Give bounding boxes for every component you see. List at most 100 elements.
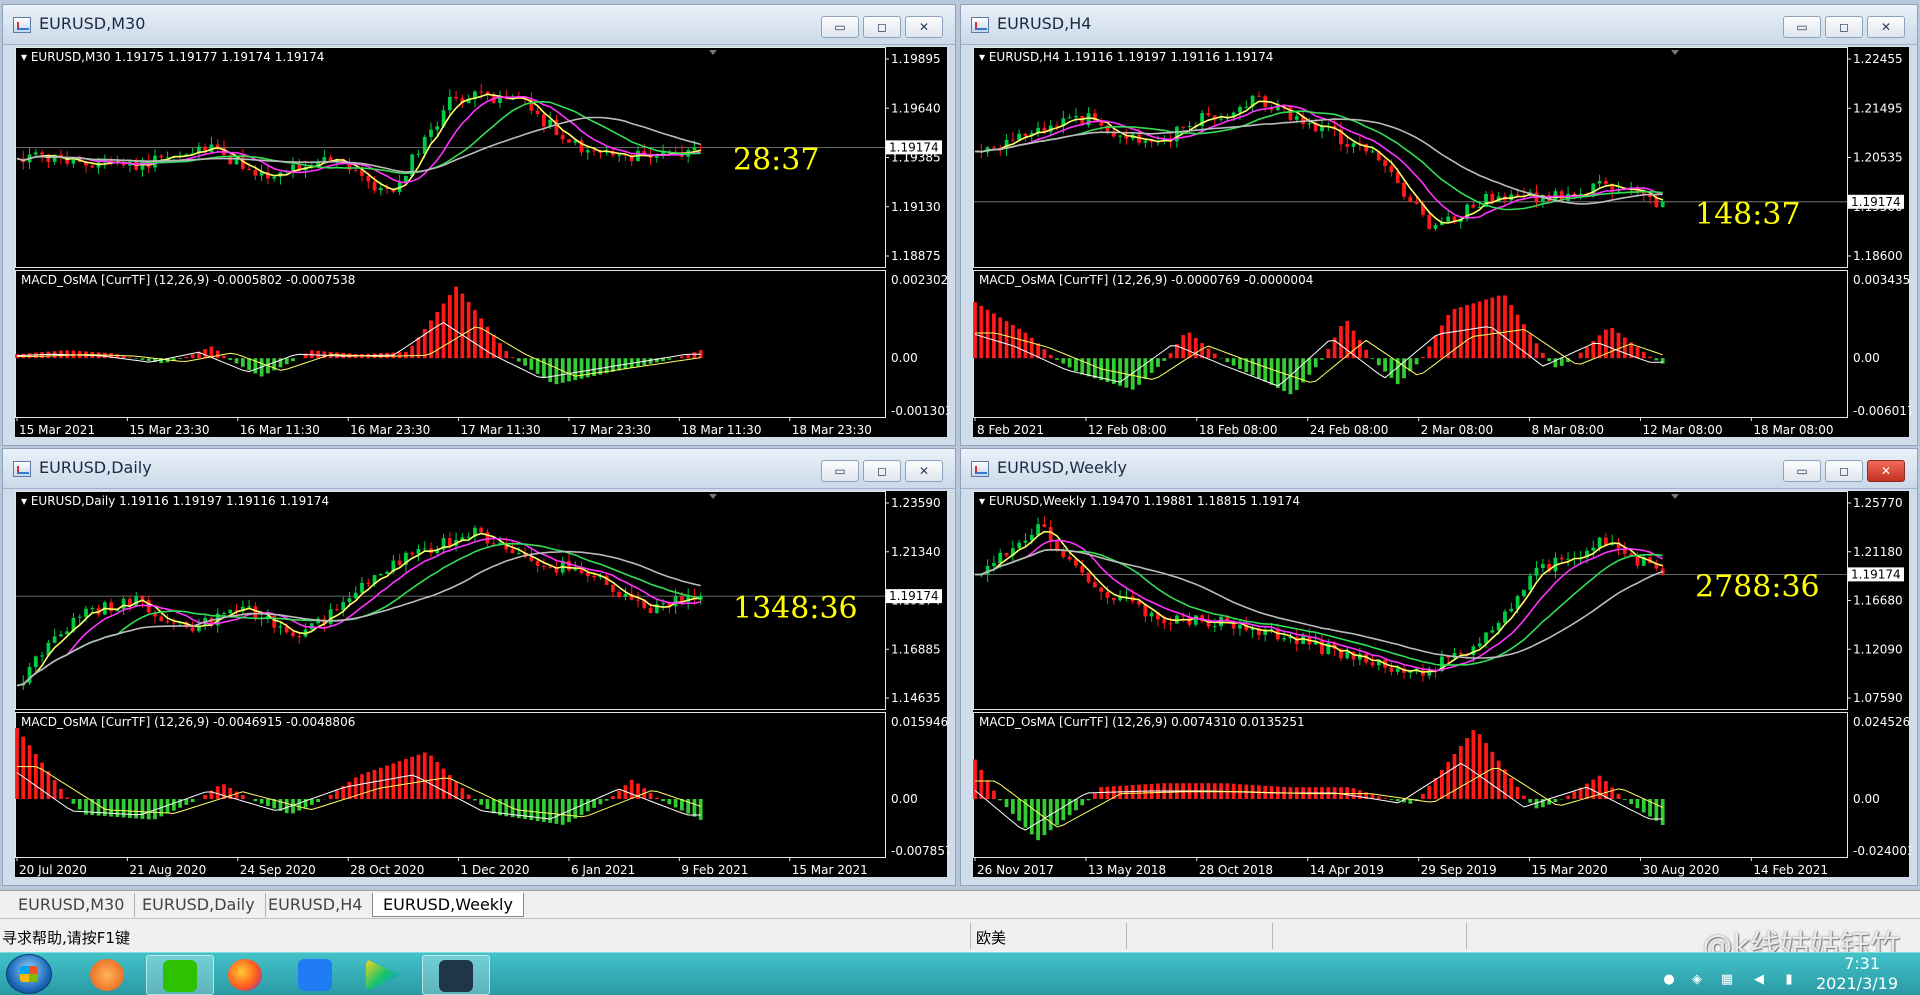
start-button[interactable] — [6, 954, 52, 994]
window-titlebar[interactable]: EURUSD,Daily ▭ ◻ ✕ — [3, 449, 955, 489]
macd-histogram-bar — [1654, 799, 1659, 821]
macd-histogram-bar — [1641, 351, 1646, 359]
chart-svg[interactable]: ▾ EURUSD,H4 1.19116 1.19197 1.19116 1.19… — [973, 47, 1911, 439]
macd-histogram-bar — [567, 358, 571, 382]
macd-histogram-bar — [435, 311, 440, 359]
chart-canvas[interactable]: ▾ EURUSD,Weekly 1.19470 1.19881 1.18815 … — [973, 491, 1911, 879]
clock-date[interactable]: 2021/3/19 — [1816, 974, 1898, 993]
macd-histogram-bar — [617, 790, 622, 799]
chart-tab[interactable]: EURUSD,H4 — [258, 893, 374, 917]
candle-body — [1471, 204, 1476, 208]
window-titlebar[interactable]: EURUSD,M30 ▭ ◻ ✕ — [3, 5, 955, 45]
taskbar-app-sogou[interactable] — [74, 955, 142, 995]
chart-canvas[interactable]: ▾ EURUSD,H4 1.19116 1.19197 1.19116 1.19… — [973, 47, 1911, 439]
candle-body — [1149, 612, 1154, 617]
close-button[interactable]: ✕ — [1867, 16, 1905, 38]
maximize-button[interactable]: ◻ — [1825, 460, 1863, 482]
macd-histogram-bar — [1414, 358, 1419, 365]
candle-body — [1414, 201, 1419, 205]
candle-body — [567, 560, 571, 571]
candle-body — [542, 114, 546, 127]
minimize-button[interactable]: ▭ — [1783, 16, 1821, 38]
candle-body — [385, 571, 389, 574]
taskbar-app-firefox[interactable] — [212, 955, 280, 995]
candle-body — [109, 602, 113, 612]
chart-canvas[interactable]: ▾ EURUSD,M30 1.19175 1.19177 1.19174 1.1… — [15, 47, 949, 439]
minimize-button[interactable]: ▭ — [1783, 460, 1821, 482]
candle-body — [1067, 556, 1072, 560]
candle-body — [1484, 632, 1488, 644]
wechat-tray-icon[interactable]: ● — [1660, 971, 1678, 989]
macd-histogram-bar — [1622, 799, 1627, 800]
signal-tray-icon[interactable]: ▮ — [1780, 971, 1798, 989]
status-bar: 寻求帮助,请按F1键 欧美 @k线姑姑钰竹 — [0, 918, 1920, 964]
shift-marker-icon[interactable] — [709, 50, 717, 55]
chart-window-eurusd-h4[interactable]: EURUSD,H4 ▭ ◻ ✕ ▾ EURUSD,H4 1.19116 1.191… — [960, 4, 1918, 446]
volume-tray-icon[interactable]: ◀ — [1750, 971, 1768, 989]
candle-body — [378, 187, 383, 191]
candle-body — [466, 536, 471, 538]
network-tray-icon[interactable]: ▦ — [1718, 971, 1736, 989]
time-axis-label: 20 Jul 2020 — [19, 863, 87, 877]
taskbar-app-wechat[interactable] — [146, 955, 214, 995]
macd-histogram-bar — [629, 779, 634, 799]
window-title: EURUSD,Weekly — [997, 458, 1127, 477]
maximize-button[interactable]: ◻ — [863, 460, 901, 482]
chart-tab[interactable]: EURUSD,Weekly — [372, 893, 524, 917]
chart-svg[interactable]: ▾ EURUSD,M30 1.19175 1.19177 1.19174 1.1… — [15, 47, 949, 439]
status-separator — [1126, 923, 1127, 949]
candle-body — [90, 608, 95, 610]
candle-body — [397, 560, 402, 565]
chart-canvas[interactable]: ▾ EURUSD,Daily 1.19116 1.19197 1.19116 1… — [15, 491, 949, 879]
candle-body — [516, 553, 521, 555]
macd-histogram-bar — [316, 350, 320, 359]
shift-marker-icon[interactable] — [709, 494, 717, 499]
close-button[interactable]: ✕ — [905, 16, 943, 38]
price-axis-label: 1.18600 — [1853, 249, 1903, 263]
close-button[interactable]: ✕ — [905, 460, 943, 482]
firefox-icon — [228, 959, 262, 991]
candle-body — [592, 150, 596, 152]
taskbar-app-video[interactable] — [350, 955, 418, 995]
chart-window-eurusd-weekly[interactable]: EURUSD,Weekly ▭ ◻ ✕ ▾ EURUSD,Weekly 1.194… — [960, 448, 1918, 886]
clock-time[interactable]: 7:31 — [1844, 954, 1880, 973]
window-titlebar[interactable]: EURUSD,Weekly ▭ ◻ ✕ — [961, 449, 1917, 489]
macd-histogram-bar — [222, 355, 226, 359]
close-button[interactable]: ✕ — [1867, 460, 1905, 482]
candle-body — [535, 110, 540, 115]
shield-tray-icon[interactable]: ◈ — [1688, 971, 1706, 989]
macd-histogram-bar — [190, 354, 195, 359]
maximize-button[interactable]: ◻ — [863, 16, 901, 38]
candle-body — [1042, 524, 1047, 528]
macd-histogram-bar — [1156, 358, 1160, 367]
shift-marker-icon[interactable] — [1671, 50, 1679, 55]
minimize-button[interactable]: ▭ — [821, 16, 859, 38]
candle-body — [253, 169, 258, 176]
chart-tab[interactable]: EURUSD,Daily — [132, 893, 266, 917]
candle-body — [1080, 565, 1085, 573]
chart-window-eurusd-daily[interactable]: EURUSD,Daily ▭ ◻ ✕ ▾ EURUSD,Daily 1.19116… — [2, 448, 956, 886]
taskbar-app-mt4[interactable] — [422, 955, 490, 995]
candle-body — [1294, 116, 1299, 120]
candle-body — [585, 573, 590, 576]
macd-histogram-bar — [1124, 358, 1129, 388]
minimize-button[interactable]: ▭ — [821, 460, 859, 482]
maximize-button[interactable]: ◻ — [1825, 16, 1863, 38]
status-profile[interactable]: 欧美 — [976, 927, 1006, 948]
macd-histogram-bar — [692, 799, 697, 817]
shift-marker-icon[interactable] — [1671, 494, 1679, 499]
chart-tab[interactable]: EURUSD,M30 — [8, 893, 136, 917]
window-titlebar[interactable]: EURUSD,H4 ▭ ◻ ✕ — [961, 5, 1917, 45]
macd-histogram-bar — [1042, 349, 1047, 359]
candle-body — [1111, 597, 1116, 601]
candle-body — [485, 532, 490, 544]
candle-body — [247, 168, 251, 170]
taskbar-app-feishu[interactable] — [282, 955, 350, 995]
time-axis-label: 17 Mar 23:30 — [571, 423, 651, 437]
macd-histogram-bar — [65, 797, 70, 799]
macd-histogram-bar — [1010, 799, 1015, 814]
ma-long-line — [974, 118, 1663, 205]
chart-window-eurusd-m30[interactable]: EURUSD,M30 ▭ ◻ ✕ ▾ EURUSD,M30 1.19175 1.1… — [2, 4, 956, 446]
chart-svg[interactable]: ▾ EURUSD,Daily 1.19116 1.19197 1.19116 1… — [15, 491, 949, 879]
chart-svg[interactable]: ▾ EURUSD,Weekly 1.19470 1.19881 1.18815 … — [973, 491, 1911, 879]
